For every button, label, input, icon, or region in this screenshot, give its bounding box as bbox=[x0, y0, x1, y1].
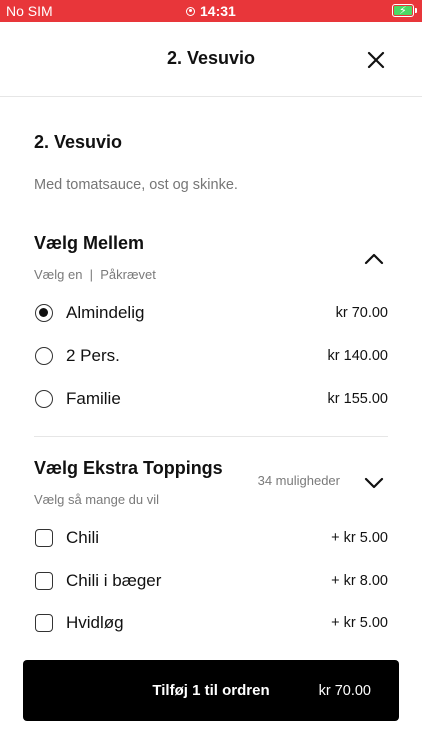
option-label: Chili bbox=[66, 528, 100, 547]
status-time: 14:31 bbox=[200, 3, 236, 19]
add-to-order-price: kr 70.00 bbox=[318, 683, 371, 699]
radio-button[interactable] bbox=[35, 390, 53, 408]
status-time-group: 14:31 bbox=[186, 3, 236, 19]
option-label: Familie bbox=[66, 389, 121, 408]
checkbox[interactable] bbox=[35, 529, 53, 547]
recording-icon bbox=[186, 6, 195, 16]
expand-toppings-section-button[interactable] bbox=[362, 471, 386, 495]
carrier-label: No SIM bbox=[6, 3, 53, 19]
option-price: + kr 5.00 bbox=[331, 530, 388, 546]
option-label: 2 Pers. bbox=[66, 346, 120, 365]
checkbox[interactable] bbox=[35, 572, 53, 590]
option-price: + kr 8.00 bbox=[331, 573, 388, 589]
item-description: Med tomatsauce, ost og skinke. bbox=[34, 177, 238, 193]
size-option-almindelig[interactable]: Almindelig kr 70.00 bbox=[34, 295, 388, 331]
radio-button-selected[interactable] bbox=[35, 304, 53, 322]
size-option-familie[interactable]: Familie kr 155.00 bbox=[34, 381, 388, 417]
header-title: 2. Vesuvio bbox=[166, 48, 256, 68]
size-section-subtitle: Vælg en | Påkrævet bbox=[34, 267, 156, 282]
battery-icon: ⚡ bbox=[392, 4, 417, 17]
section-divider bbox=[34, 436, 388, 437]
option-label: Chili i bæger bbox=[66, 571, 162, 590]
status-bar: No SIM 14:31 ⚡ bbox=[0, 0, 422, 22]
toppings-section-subtitle: Vælg så mange du vil bbox=[34, 492, 160, 507]
close-button[interactable] bbox=[366, 50, 386, 70]
modal-header: 2. Vesuvio bbox=[0, 22, 422, 97]
option-price: kr 140.00 bbox=[327, 348, 388, 364]
size-section-title: Vælg Mellem bbox=[34, 233, 145, 253]
toppings-section-title: Vælg Ekstra Toppings bbox=[34, 458, 223, 478]
option-price: kr 155.00 bbox=[327, 391, 388, 407]
collapse-size-section-button[interactable] bbox=[362, 247, 386, 271]
topping-option-chili[interactable]: Chili + kr 5.00 bbox=[34, 520, 388, 556]
toppings-count: 34 muligheder bbox=[257, 473, 340, 488]
size-option-2-pers[interactable]: 2 Pers. kr 140.00 bbox=[34, 338, 388, 374]
add-to-order-button[interactable]: Tilføj 1 til ordren kr 70.00 bbox=[23, 660, 399, 721]
topping-option-hvidlog[interactable]: Hvidløg + kr 5.00 bbox=[34, 605, 388, 641]
option-label: Almindelig bbox=[66, 303, 145, 322]
item-title: 2. Vesuvio bbox=[34, 132, 123, 152]
close-icon bbox=[367, 51, 385, 69]
radio-button[interactable] bbox=[35, 347, 53, 365]
checkbox[interactable] bbox=[35, 614, 53, 632]
topping-option-chili-i-baeger[interactable]: Chili i bæger + kr 8.00 bbox=[34, 563, 388, 599]
chevron-down-icon bbox=[364, 477, 384, 489]
chevron-up-icon bbox=[364, 253, 384, 265]
option-label: Hvidløg bbox=[66, 613, 124, 632]
option-price: kr 70.00 bbox=[335, 305, 388, 321]
option-price: + kr 5.00 bbox=[331, 615, 388, 631]
